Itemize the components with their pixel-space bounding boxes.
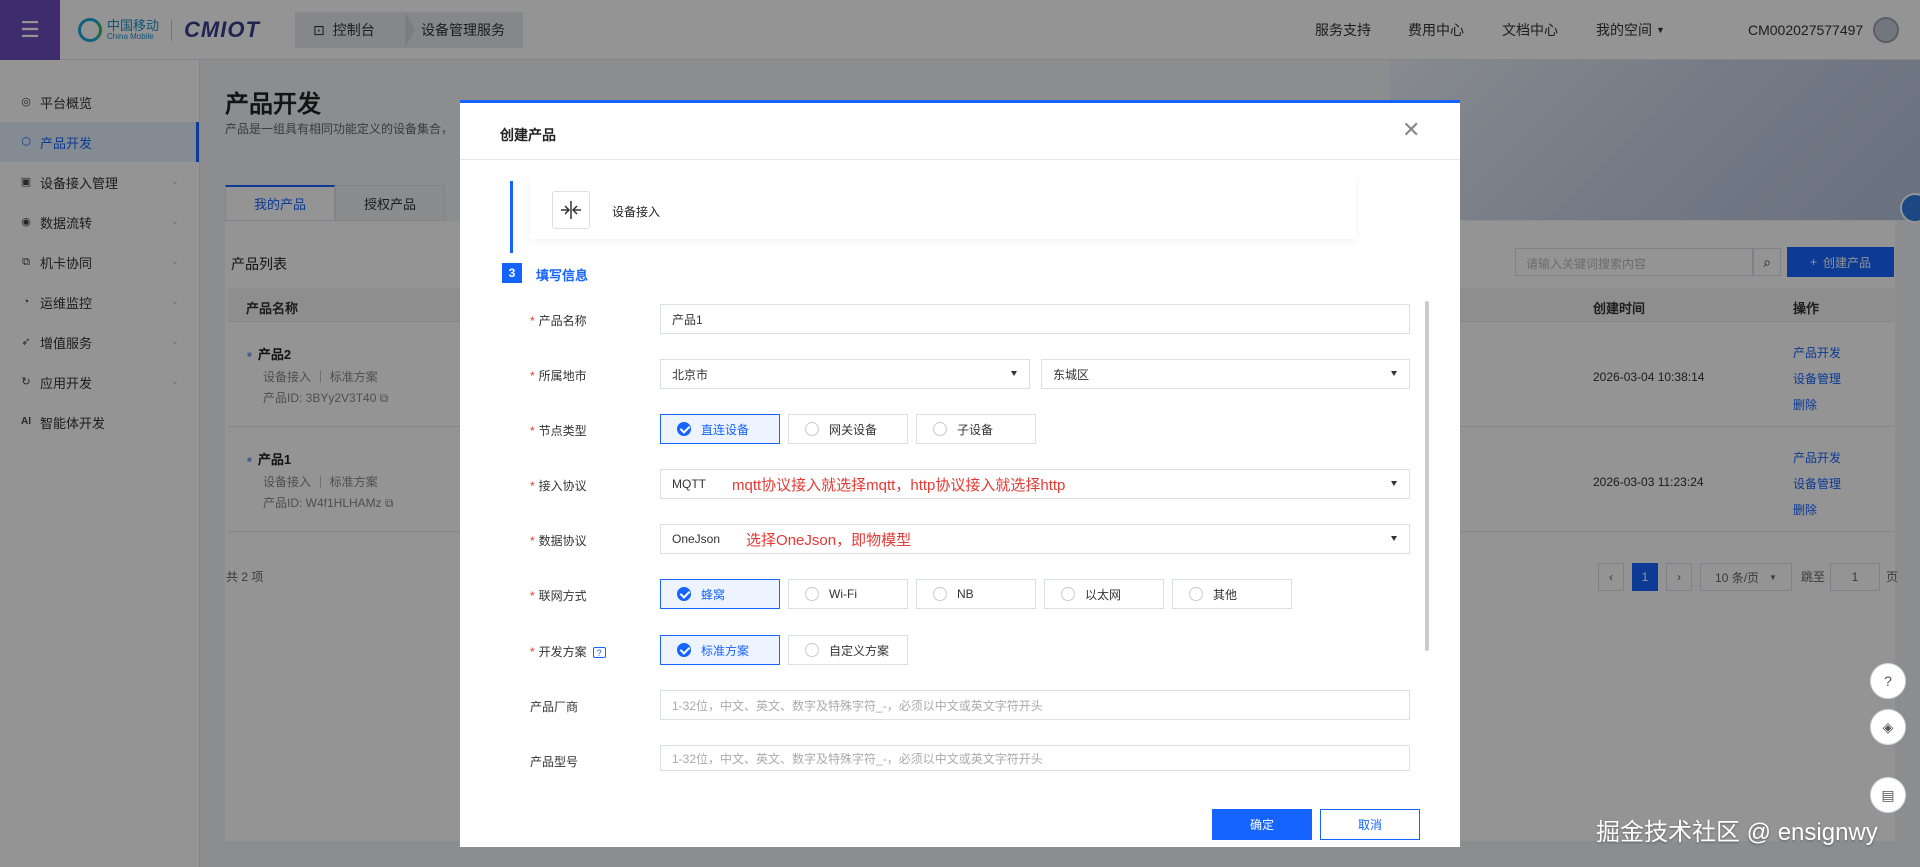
message-icon[interactable]: ▤ — [1870, 777, 1906, 813]
dev-plan-option-standard[interactable]: 标准方案 — [660, 635, 780, 665]
help-icon[interactable]: ? — [1870, 663, 1906, 699]
radio-icon — [1189, 587, 1203, 601]
radio-icon — [933, 587, 947, 601]
product-name-input[interactable]: 产品1 — [660, 304, 1410, 334]
model-label: 产品型号 — [530, 755, 579, 769]
radio-icon — [805, 587, 819, 601]
network-option-other[interactable]: 其他 — [1172, 579, 1292, 609]
radio-icon — [933, 422, 947, 436]
protocol-label: * 接入协议 — [530, 479, 587, 493]
caret-down-icon — [1391, 536, 1397, 541]
step-number: 3 — [502, 263, 522, 283]
device-access-icon — [552, 191, 590, 229]
check-icon — [677, 422, 691, 436]
modal-title: 创建产品 — [500, 127, 556, 143]
feedback-icon[interactable]: ◈ — [1870, 709, 1906, 745]
data-protocol-label: * 数据协议 — [530, 534, 587, 548]
node-type-option-subdevice[interactable]: 子设备 — [916, 414, 1036, 444]
caret-down-icon — [1391, 481, 1397, 486]
dev-plan-label: * 开发方案? — [530, 643, 606, 660]
city-label: * 所属地市 — [530, 369, 587, 383]
protocol-annotation: mqtt协议接入就选择mqtt，http协议接入就选择http — [732, 476, 1066, 494]
dev-plan-option-custom[interactable]: 自定义方案 — [788, 635, 908, 665]
step-label: 填写信息 — [536, 268, 589, 283]
access-type-label: 设备接入 — [612, 205, 661, 219]
check-icon — [677, 587, 691, 601]
province-select[interactable]: 北京市 — [660, 359, 1030, 389]
network-label: * 联网方式 — [530, 589, 587, 603]
create-product-modal: 创建产品 ✕ 设备接入 3 填写信息 * 产品名称 产品1 * 所属地市 北京市 东… — [460, 100, 1460, 847]
watermark: 掘金技术社区 @ ensignwy — [1596, 819, 1878, 846]
network-option-wifi[interactable]: Wi-Fi — [788, 579, 908, 609]
radio-icon — [805, 422, 819, 436]
node-type-option-gateway[interactable]: 网关设备 — [788, 414, 908, 444]
caret-down-icon — [1391, 371, 1397, 376]
question-icon[interactable]: ? — [592, 647, 606, 658]
data-protocol-annotation: 选择OneJson，即物模型 — [746, 531, 912, 549]
confirm-button[interactable]: 确定 — [1212, 809, 1312, 840]
network-option-cellular[interactable]: 蜂窝 — [660, 579, 780, 609]
node-type-option-direct[interactable]: 直连设备 — [660, 414, 780, 444]
vendor-input[interactable]: 1-32位，中文、英文、数字及特殊字符_-，必须以中文或英文字符开头 — [660, 690, 1410, 720]
radio-icon — [805, 643, 819, 657]
access-type-card[interactable]: 设备接入 — [530, 175, 1356, 239]
close-icon[interactable]: ✕ — [1402, 117, 1420, 143]
check-icon — [677, 643, 691, 657]
network-option-nb[interactable]: NB — [916, 579, 1036, 609]
district-select[interactable]: 东城区 — [1041, 359, 1410, 389]
vendor-label: 产品厂商 — [530, 700, 579, 714]
cancel-button[interactable]: 取消 — [1320, 809, 1420, 840]
data-protocol-select[interactable]: OneJson 选择OneJson，即物模型 — [660, 524, 1410, 554]
network-option-ethernet[interactable]: 以太网 — [1044, 579, 1164, 609]
radio-icon — [1061, 587, 1075, 601]
model-input[interactable]: 1-32位，中文、英文、数字及特殊字符_-，必须以中文或英文字符开头 — [660, 745, 1410, 771]
caret-down-icon — [1011, 371, 1017, 376]
node-type-label: * 节点类型 — [530, 424, 587, 438]
modal-scrollbar[interactable] — [1425, 301, 1429, 651]
protocol-select[interactable]: MQTT mqtt协议接入就选择mqtt，http协议接入就选择http — [660, 469, 1410, 499]
product-name-label: * 产品名称 — [530, 314, 587, 328]
modal-divider — [460, 159, 1460, 160]
step-indicator-line — [510, 181, 513, 253]
